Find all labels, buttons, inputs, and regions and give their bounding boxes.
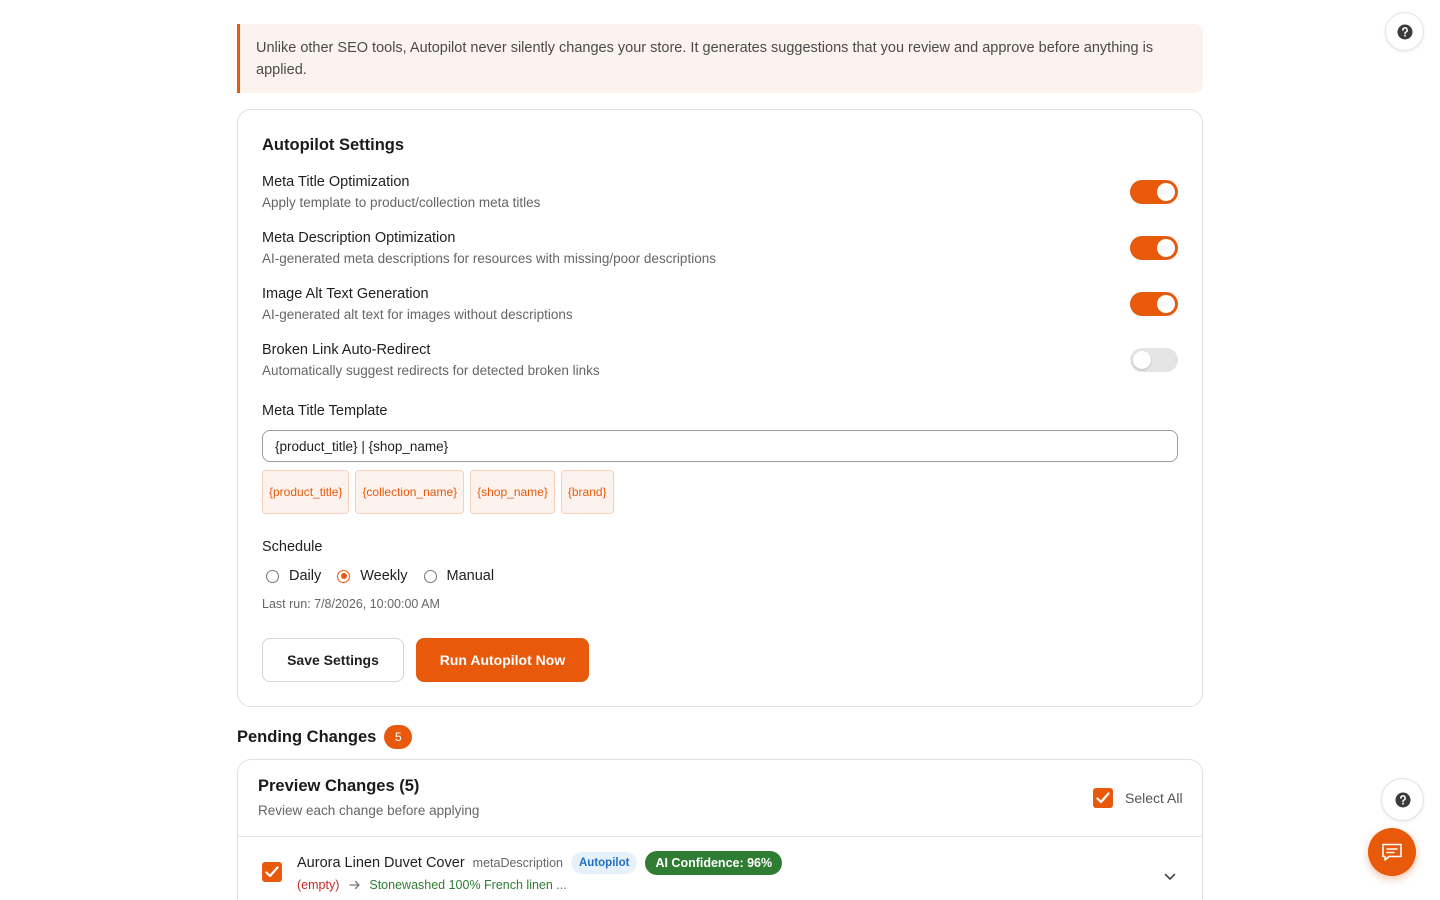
chat-button[interactable] xyxy=(1368,828,1416,876)
setting-meta-title: Meta Title Optimization Apply template t… xyxy=(262,172,1178,216)
change-row-checkbox[interactable] xyxy=(262,862,282,882)
pending-changes-heading: Pending Changes 5 xyxy=(237,725,413,749)
setting-name: Image Alt Text Generation xyxy=(262,286,429,302)
preview-header: Preview Changes (5) Review each change b… xyxy=(238,760,1202,837)
chat-icon xyxy=(1382,843,1402,861)
setting-description: Apply template to product/collection met… xyxy=(262,195,541,210)
source-badge: Autopilot xyxy=(570,852,638,874)
settings-title: Autopilot Settings xyxy=(262,136,405,154)
check-icon xyxy=(265,866,279,878)
chip-collection-name[interactable]: {collection_name} xyxy=(355,470,465,514)
change-row-title: Aurora Linen Duvet Cover metaDescription… xyxy=(297,851,783,875)
select-all-label: Select All xyxy=(1125,790,1183,806)
change-row: Aurora Linen Duvet Cover metaDescription… xyxy=(238,838,1202,900)
help-button-top[interactable] xyxy=(1385,12,1424,51)
info-banner: Unlike other SEO tools, Autopilot never … xyxy=(237,24,1203,93)
setting-description: Automatically suggest redirects for dete… xyxy=(262,363,600,378)
radio-label: Weekly xyxy=(360,568,408,584)
schedule-label: Schedule xyxy=(262,539,323,555)
save-settings-button[interactable]: Save Settings xyxy=(262,638,404,682)
autopilot-settings-card: Autopilot Settings Meta Title Optimizati… xyxy=(237,109,1203,707)
arrow-right-icon xyxy=(349,880,361,890)
old-value: (empty) xyxy=(297,878,340,892)
setting-meta-description: Meta Description Optimization AI-generat… xyxy=(262,228,1178,272)
broken-link-toggle[interactable] xyxy=(1130,348,1178,372)
help-icon xyxy=(1397,24,1412,39)
schedule-weekly-radio[interactable]: Weekly xyxy=(337,568,408,584)
change-diff: (empty) Stonewashed 100% French linen ..… xyxy=(297,878,567,892)
setting-name: Broken Link Auto-Redirect xyxy=(262,342,431,358)
setting-description: AI-generated alt text for images without… xyxy=(262,307,573,322)
schedule-daily-radio[interactable]: Daily xyxy=(266,568,321,584)
run-autopilot-button[interactable]: Run Autopilot Now xyxy=(416,638,589,682)
pending-title: Pending Changes xyxy=(237,727,377,746)
check-icon xyxy=(1096,792,1110,804)
meta-title-toggle[interactable] xyxy=(1130,180,1178,204)
chip-shop-name[interactable]: {shop_name} xyxy=(470,470,555,514)
confidence-badge: AI Confidence: 96% xyxy=(645,851,783,875)
chevron-down-icon xyxy=(1164,873,1176,880)
new-value: Stonewashed 100% French linen ... xyxy=(369,878,567,892)
field-name: metaDescription xyxy=(472,856,563,870)
chip-brand[interactable]: {brand} xyxy=(560,470,614,514)
radio-label: Manual xyxy=(446,568,495,584)
setting-image-alt: Image Alt Text Generation AI-generated a… xyxy=(262,284,1178,328)
select-all-checkbox[interactable]: Select All xyxy=(1093,788,1183,808)
preview-subtitle: Review each change before applying xyxy=(258,803,480,818)
image-alt-toggle[interactable] xyxy=(1130,292,1178,316)
radio-label: Daily xyxy=(289,568,322,584)
meta-title-template-input[interactable] xyxy=(262,430,1178,462)
resource-name: Aurora Linen Duvet Cover xyxy=(297,855,465,871)
setting-name: Meta Description Optimization xyxy=(262,230,456,246)
setting-description: AI-generated meta descriptions for resou… xyxy=(262,251,716,266)
template-variable-chips: {product_title} {collection_name} {shop_… xyxy=(262,470,614,514)
help-icon xyxy=(1395,792,1410,807)
preview-title: Preview Changes (5) xyxy=(258,777,420,795)
preview-changes-card: Preview Changes (5) Review each change b… xyxy=(237,759,1203,900)
checkbox-checked xyxy=(1093,788,1113,808)
template-label: Meta Title Template xyxy=(262,403,388,419)
schedule-radio-group: Daily Weekly Manual xyxy=(266,568,510,584)
expand-row-button[interactable] xyxy=(1164,868,1176,886)
schedule-manual-radio[interactable]: Manual xyxy=(423,568,495,584)
chip-product-title[interactable]: {product_title} xyxy=(262,470,350,514)
help-button-bottom[interactable] xyxy=(1381,778,1424,821)
banner-text: Unlike other SEO tools, Autopilot never … xyxy=(256,40,1154,78)
last-run-text: Last run: 7/8/2026, 10:00:00 AM xyxy=(262,597,440,611)
pending-count-badge: 5 xyxy=(384,725,413,749)
meta-description-toggle[interactable] xyxy=(1130,236,1178,260)
setting-name: Meta Title Optimization xyxy=(262,174,410,190)
setting-broken-link: Broken Link Auto-Redirect Automatically … xyxy=(262,340,1178,384)
